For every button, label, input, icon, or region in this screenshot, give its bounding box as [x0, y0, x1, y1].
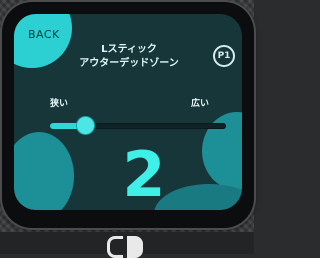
switch-logo-icon	[107, 236, 147, 258]
deadzone-slider[interactable]	[50, 117, 226, 134]
player-badge: P1	[213, 45, 235, 67]
slider-min-label: 狭い	[50, 99, 69, 109]
display-bezel: BACK Lスティック アウターデッドゾーン P1 狭い 広い 2	[2, 2, 254, 228]
slider-max-label: 広い	[191, 99, 210, 109]
page-subtitle: アウターデッドゾーン	[79, 58, 179, 69]
page-title: Lスティック	[101, 44, 157, 55]
deadzone-value: 2	[122, 138, 166, 210]
display-screen: BACK Lスティック アウターデッドゾーン P1 狭い 広い 2	[14, 14, 242, 210]
background-shape	[14, 132, 74, 210]
back-button-label: BACK	[28, 28, 60, 41]
slider-thumb[interactable]	[77, 117, 94, 134]
